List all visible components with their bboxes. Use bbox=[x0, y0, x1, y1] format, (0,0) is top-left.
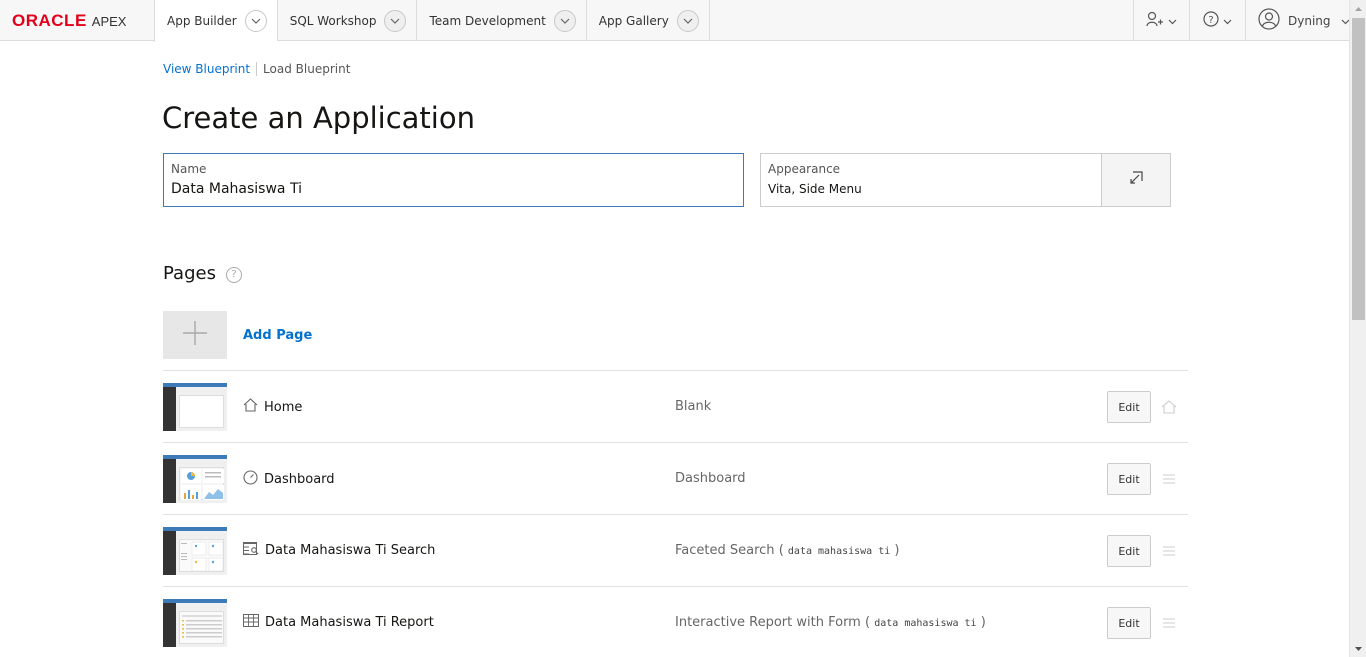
oracle-apex-logo[interactable]: ORACLE APEX bbox=[12, 11, 126, 31]
name-field[interactable]: Name bbox=[163, 153, 744, 207]
chevron-down-icon[interactable] bbox=[553, 9, 576, 32]
load-blueprint-link[interactable]: Load Blueprint bbox=[257, 62, 350, 76]
edit-page-button[interactable]: Edit bbox=[1107, 463, 1151, 495]
page-source-close-paren: ) bbox=[890, 543, 900, 558]
chevron-down-icon[interactable] bbox=[244, 10, 267, 32]
blueprint-links: View Blueprint Load Blueprint bbox=[163, 62, 350, 76]
nav-app-builder[interactable]: App Builder bbox=[154, 0, 277, 42]
nav-team-development[interactable]: Team Development bbox=[416, 0, 585, 41]
page-row-home: Home Blank Edit bbox=[163, 371, 1188, 443]
page-type: Dashboard bbox=[675, 471, 746, 486]
edit-page-button[interactable]: Edit bbox=[1107, 535, 1151, 567]
nav-sql-workshop[interactable]: SQL Workshop bbox=[276, 0, 417, 41]
edit-page-button[interactable]: Edit bbox=[1107, 607, 1151, 639]
page-row-dashboard: Dashboard Dashboard Edit bbox=[163, 443, 1188, 515]
user-avatar-icon bbox=[1258, 8, 1280, 33]
appearance-change-button[interactable] bbox=[1101, 154, 1170, 206]
appearance-value: Vita, Side Menu bbox=[768, 182, 862, 196]
faceted-search-icon bbox=[243, 542, 259, 559]
appearance-field-label: Appearance bbox=[768, 162, 841, 176]
page-title: Create an Application bbox=[162, 101, 475, 135]
pages-heading-text: Pages bbox=[163, 263, 216, 284]
logo-product: APEX bbox=[91, 14, 127, 29]
scroll-down-arrow-icon[interactable] bbox=[1350, 640, 1366, 657]
home-icon bbox=[243, 398, 258, 416]
svg-text:?: ? bbox=[1208, 15, 1213, 26]
page-type: Faceted Search ( data mahasiswa ti ) bbox=[675, 543, 899, 558]
page-type-text: Blank bbox=[675, 399, 712, 414]
edit-page-button[interactable]: Edit bbox=[1107, 391, 1151, 423]
open-dialog-icon bbox=[1128, 170, 1144, 190]
page-name-text: Data Mahasiswa Ti Report bbox=[265, 615, 434, 630]
page-thumbnail bbox=[163, 599, 227, 647]
user-menu-button[interactable]: Dyning bbox=[1245, 0, 1349, 41]
vertical-scrollbar[interactable] bbox=[1349, 0, 1366, 657]
name-field-label: Name bbox=[171, 162, 207, 176]
nav-app-builder-label: App Builder bbox=[167, 14, 237, 28]
admin-menu-button[interactable] bbox=[1133, 0, 1189, 41]
scroll-up-arrow-icon[interactable] bbox=[1350, 0, 1366, 17]
chevron-down-icon bbox=[1223, 14, 1232, 28]
page-source-close-paren: ) bbox=[976, 615, 986, 630]
chevron-down-icon bbox=[1168, 14, 1177, 28]
page-source-table: data mahasiswa ti bbox=[874, 618, 977, 629]
page-name: Data Mahasiswa Ti Report bbox=[243, 614, 434, 631]
admin-user-icon bbox=[1146, 11, 1164, 30]
page-name: Data Mahasiswa Ti Search bbox=[243, 542, 435, 559]
page-row-interactive-report: Data Mahasiswa Ti Report Interactive Rep… bbox=[163, 587, 1188, 657]
chevron-down-icon[interactable] bbox=[676, 9, 699, 32]
nav-team-development-label: Team Development bbox=[429, 13, 546, 28]
page-thumbnail bbox=[163, 455, 227, 503]
top-navigation-bar: ORACLE APEX App Builder SQL Workshop Tea… bbox=[0, 0, 1349, 42]
pages-help-icon[interactable]: ? bbox=[225, 266, 242, 283]
nav-sql-workshop-label: SQL Workshop bbox=[289, 13, 377, 28]
page-source-open-paren: ( bbox=[865, 615, 875, 630]
report-icon bbox=[243, 614, 259, 631]
name-input[interactable] bbox=[171, 181, 731, 197]
plus-icon bbox=[182, 320, 208, 350]
drag-handle-icon[interactable] bbox=[1161, 471, 1177, 487]
page-name: Home bbox=[243, 398, 302, 416]
page-type-text: Interactive Report with Form bbox=[675, 615, 861, 630]
help-menu-button[interactable]: ? bbox=[1189, 0, 1245, 41]
nav-app-gallery[interactable]: App Gallery bbox=[585, 0, 710, 41]
utility-nav: ? Dyning bbox=[1133, 0, 1349, 41]
drag-handle-icon[interactable] bbox=[1161, 615, 1177, 631]
chevron-down-icon[interactable] bbox=[384, 9, 407, 32]
home-page-marker-icon bbox=[1161, 399, 1177, 415]
page-thumbnail bbox=[163, 527, 227, 575]
page-row-faceted-search: Data Mahasiswa Ti Search Faceted Search … bbox=[163, 515, 1188, 587]
page-type-text: Faceted Search bbox=[675, 543, 775, 558]
drag-handle-icon[interactable] bbox=[1161, 543, 1177, 559]
page-name: Dashboard bbox=[243, 470, 335, 489]
page-source-open-paren: ( bbox=[778, 543, 788, 558]
page-name-text: Dashboard bbox=[264, 472, 335, 487]
page-name-text: Home bbox=[264, 399, 303, 415]
logo-brand: ORACLE bbox=[12, 11, 87, 30]
user-name: Dyning bbox=[1288, 13, 1331, 28]
appearance-field[interactable]: Appearance Vita, Side Menu bbox=[760, 153, 1171, 207]
help-icon: ? bbox=[1203, 11, 1219, 30]
add-page-plus-button[interactable] bbox=[163, 311, 227, 359]
page-type: Blank bbox=[675, 399, 711, 414]
scrollbar-thumb[interactable] bbox=[1352, 18, 1365, 320]
page-source-table: data mahasiswa ti bbox=[787, 546, 891, 557]
main-nav: App Builder SQL Workshop Team Developmen… bbox=[154, 0, 710, 42]
page-type-text: Dashboard bbox=[675, 471, 746, 486]
pages-heading: Pages ? bbox=[163, 263, 242, 284]
page-thumbnail bbox=[163, 383, 227, 431]
dashboard-icon bbox=[243, 470, 258, 489]
nav-app-gallery-label: App Gallery bbox=[598, 13, 669, 28]
page-name-text: Data Mahasiswa Ti Search bbox=[265, 543, 436, 558]
view-blueprint-link[interactable]: View Blueprint bbox=[163, 62, 258, 76]
add-page-row[interactable]: Add Page bbox=[163, 311, 1188, 371]
add-page-link[interactable]: Add Page bbox=[243, 328, 312, 343]
page-type: Interactive Report with Form ( data maha… bbox=[675, 615, 986, 630]
